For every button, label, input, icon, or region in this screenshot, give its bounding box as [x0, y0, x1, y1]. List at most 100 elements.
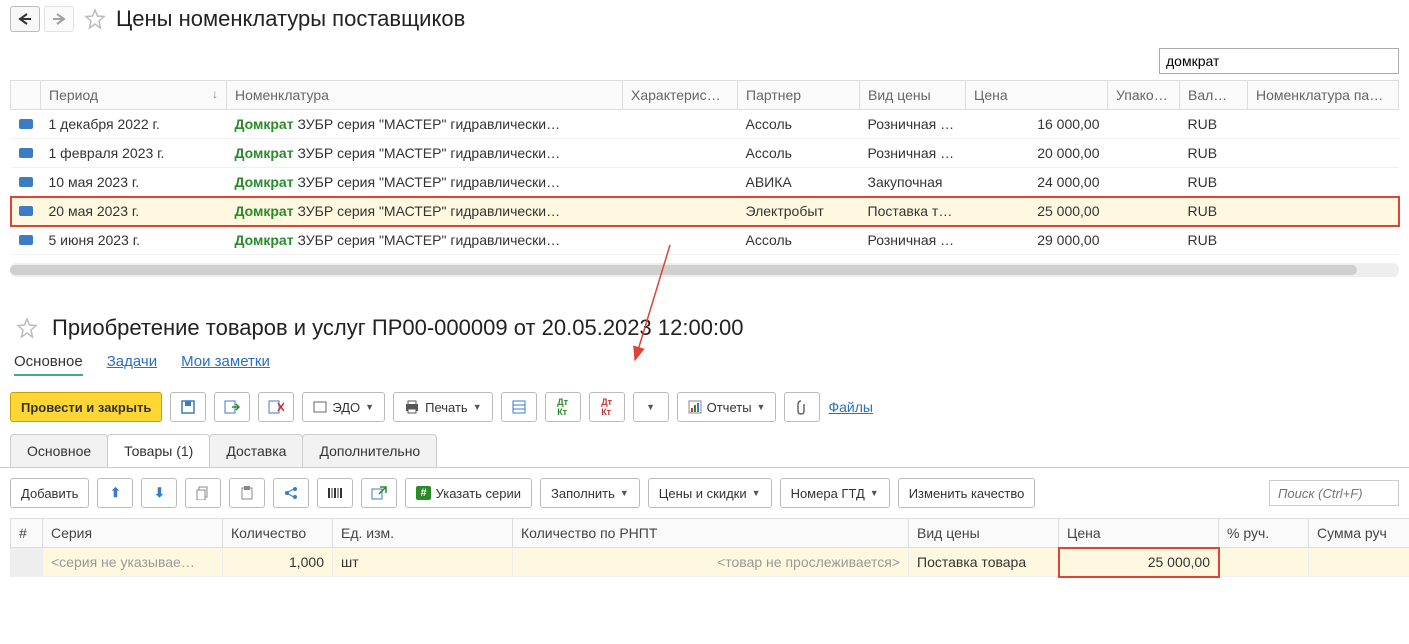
- nav-forward-button[interactable]: [44, 6, 74, 32]
- col-sum[interactable]: Сумма руч: [1309, 519, 1409, 548]
- item-row[interactable]: <серия не указывае… 1,000 шт <товар не п…: [11, 548, 1409, 577]
- col-hash[interactable]: #: [11, 519, 43, 548]
- cell-qty[interactable]: 1,000: [223, 548, 333, 577]
- save-icon: [180, 399, 196, 415]
- items-table: # Серия Количество Ед. изм. Количество п…: [10, 518, 1409, 577]
- attach-button[interactable]: [784, 392, 820, 422]
- col-series[interactable]: Серия: [43, 519, 223, 548]
- tab-link-main[interactable]: Основное: [14, 353, 83, 376]
- cell-ptype[interactable]: Поставка товара: [909, 548, 1059, 577]
- col-charact[interactable]: Характерис…: [623, 81, 738, 110]
- import-button[interactable]: [361, 478, 397, 508]
- edo-button[interactable]: ЭДО▼: [302, 392, 385, 422]
- fill-button[interactable]: Заполнить▼: [540, 478, 640, 508]
- cell-currency: RUB: [1180, 139, 1248, 168]
- cell-nomen: Домкрат ЗУБР серия "МАСТЕР" гидравлическ…: [227, 139, 623, 168]
- cell-nomen: Домкрат ЗУБР серия "МАСТЕР" гидравлическ…: [227, 110, 623, 139]
- inner-tab-extra[interactable]: Дополнительно: [302, 434, 437, 467]
- col-nomen[interactable]: Номенклатура: [227, 81, 623, 110]
- cell-unit[interactable]: шт: [333, 548, 513, 577]
- table-row[interactable]: 1 февраля 2023 г.Домкрат ЗУБР серия "МАС…: [11, 139, 1399, 168]
- col-period[interactable]: Период↓: [41, 81, 227, 110]
- horizontal-scrollbar[interactable]: [10, 263, 1399, 277]
- cell-price: 25 000,00: [966, 197, 1108, 226]
- move-down-button[interactable]: ⬇: [141, 478, 177, 508]
- print-icon: [404, 400, 420, 414]
- cell-price: 16 000,00: [966, 110, 1108, 139]
- search-box: [1159, 48, 1399, 74]
- cell-pricetype: Поставка т…: [860, 197, 966, 226]
- cell-currency: RUB: [1180, 110, 1248, 139]
- struct-button[interactable]: [501, 392, 537, 422]
- inner-tab-main[interactable]: Основное: [10, 434, 108, 467]
- print-button[interactable]: Печать▼: [393, 392, 493, 422]
- share-button[interactable]: [273, 478, 309, 508]
- add-row-button[interactable]: Добавить: [10, 478, 89, 508]
- cell-pricetype: Розничная …: [860, 226, 966, 255]
- col-ptype[interactable]: Вид цены: [909, 519, 1059, 548]
- table-row[interactable]: 10 мая 2023 г.Домкрат ЗУБР серия "МАСТЕР…: [11, 168, 1399, 197]
- col-pricetype[interactable]: Вид цены: [860, 81, 966, 110]
- post-and-close-button[interactable]: Провести и закрыть: [10, 392, 162, 422]
- quality-button[interactable]: Изменить качество: [898, 478, 1036, 508]
- save-button[interactable]: [170, 392, 206, 422]
- item-search-input[interactable]: [1269, 480, 1399, 506]
- cell-partner: Ассоль: [738, 139, 860, 168]
- search-input[interactable]: [1159, 48, 1399, 74]
- table-row[interactable]: 5 июня 2023 г.Домкрат ЗУБР серия "МАСТЕР…: [11, 226, 1399, 255]
- record-icon: [19, 119, 33, 129]
- cell-nomen: Домкрат ЗУБР серия "МАСТЕР" гидравлическ…: [227, 168, 623, 197]
- cancel-post-button[interactable]: [258, 392, 294, 422]
- barcode-icon: [327, 486, 343, 500]
- tab-link-notes[interactable]: Мои заметки: [181, 353, 270, 376]
- cell-series[interactable]: <серия не указывае…: [43, 548, 223, 577]
- col-nomen-partner[interactable]: Номенклатура па…: [1248, 81, 1399, 110]
- favorite-star-icon[interactable]: [16, 317, 38, 339]
- cell-price: 29 000,00: [966, 226, 1108, 255]
- reports-button[interactable]: Отчеты▼: [677, 392, 777, 422]
- post-button[interactable]: [214, 392, 250, 422]
- cell-pricetype: Розничная …: [860, 139, 966, 168]
- nav-back-button[interactable]: [10, 6, 40, 32]
- record-icon: [19, 177, 33, 187]
- col-currency[interactable]: Вал…: [1180, 81, 1248, 110]
- series-badge-icon: #: [416, 486, 430, 500]
- col-pack[interactable]: Упако…: [1108, 81, 1180, 110]
- cell-currency: RUB: [1180, 197, 1248, 226]
- page-title: Цены номенклатуры поставщиков: [116, 6, 465, 32]
- cell-currency: RUB: [1180, 168, 1248, 197]
- cell-pricetype: Закупочная: [860, 168, 966, 197]
- table-row[interactable]: 20 мая 2023 г.Домкрат ЗУБР серия "МАСТЕР…: [11, 197, 1399, 226]
- prices-table: Период↓ Номенклатура Характерис… Партнер…: [10, 80, 1399, 255]
- files-link[interactable]: Файлы: [828, 399, 872, 415]
- barcode-button[interactable]: [317, 478, 353, 508]
- cell-rnpt[interactable]: <товар не прослеживается>: [513, 548, 909, 577]
- col-rnpt[interactable]: Количество по РНПТ: [513, 519, 909, 548]
- col-partner[interactable]: Партнер: [738, 81, 860, 110]
- record-icon: [19, 148, 33, 158]
- tab-link-tasks[interactable]: Задачи: [107, 353, 157, 376]
- move-up-button[interactable]: ⬆: [97, 478, 133, 508]
- dtkt-icon: ДтКт: [601, 397, 612, 417]
- struct-icon: [512, 400, 526, 414]
- col-qty[interactable]: Количество: [223, 519, 333, 548]
- favorite-star-icon[interactable]: [84, 8, 106, 30]
- related-button[interactable]: ▼: [633, 392, 669, 422]
- gtd-button[interactable]: Номера ГТД▼: [780, 478, 890, 508]
- inner-tab-goods[interactable]: Товары (1): [107, 434, 210, 467]
- cell-price[interactable]: 25 000,00: [1059, 548, 1219, 577]
- col-unit[interactable]: Ед. изм.: [333, 519, 513, 548]
- table-row[interactable]: 1 декабря 2022 г.Домкрат ЗУБР серия "МАС…: [11, 110, 1399, 139]
- paste-button[interactable]: [229, 478, 265, 508]
- col-price[interactable]: Цена: [966, 81, 1108, 110]
- inner-tab-delivery[interactable]: Доставка: [209, 434, 303, 467]
- copy-button[interactable]: [185, 478, 221, 508]
- cell-partner: Ассоль: [738, 110, 860, 139]
- col-manual[interactable]: % руч.: [1219, 519, 1309, 548]
- dtkt-green-button[interactable]: ДтКт: [545, 392, 581, 422]
- dtkt-red-button[interactable]: ДтКт: [589, 392, 625, 422]
- edo-icon: [313, 400, 327, 414]
- series-button[interactable]: #Указать серии: [405, 478, 532, 508]
- discounts-button[interactable]: Цены и скидки▼: [648, 478, 772, 508]
- col-price[interactable]: Цена: [1059, 519, 1219, 548]
